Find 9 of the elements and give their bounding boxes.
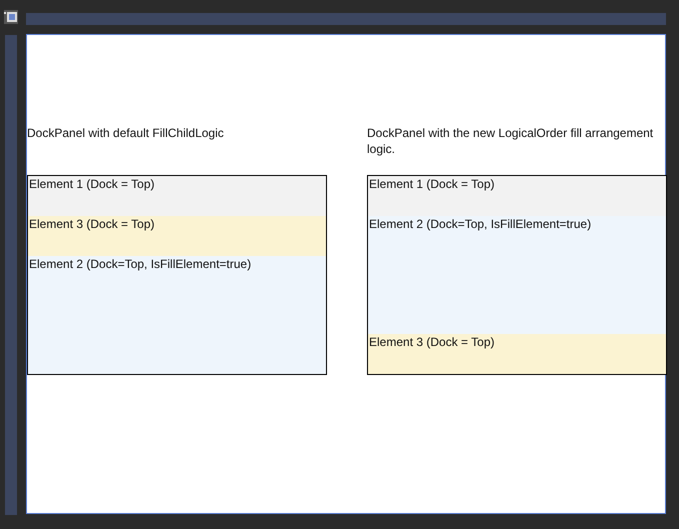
panel-caption: DockPanel with the new LogicalOrder fill arrangement logic. bbox=[367, 125, 654, 158]
table-icon[interactable] bbox=[4, 10, 18, 24]
dock-element: Element 3 (Dock = Top) bbox=[368, 334, 666, 374]
dock-element: Element 1 (Dock = Top) bbox=[28, 176, 326, 216]
dock-element: Element 2 (Dock=Top, IsFillElement=true) bbox=[368, 216, 666, 334]
dock-element: Element 2 (Dock=Top, IsFillElement=true) bbox=[28, 256, 326, 374]
dock-element: Element 3 (Dock = Top) bbox=[28, 216, 326, 256]
dock-element: Element 1 (Dock = Top) bbox=[368, 176, 666, 216]
panel-caption: DockPanel with default FillChildLogic bbox=[27, 125, 225, 142]
